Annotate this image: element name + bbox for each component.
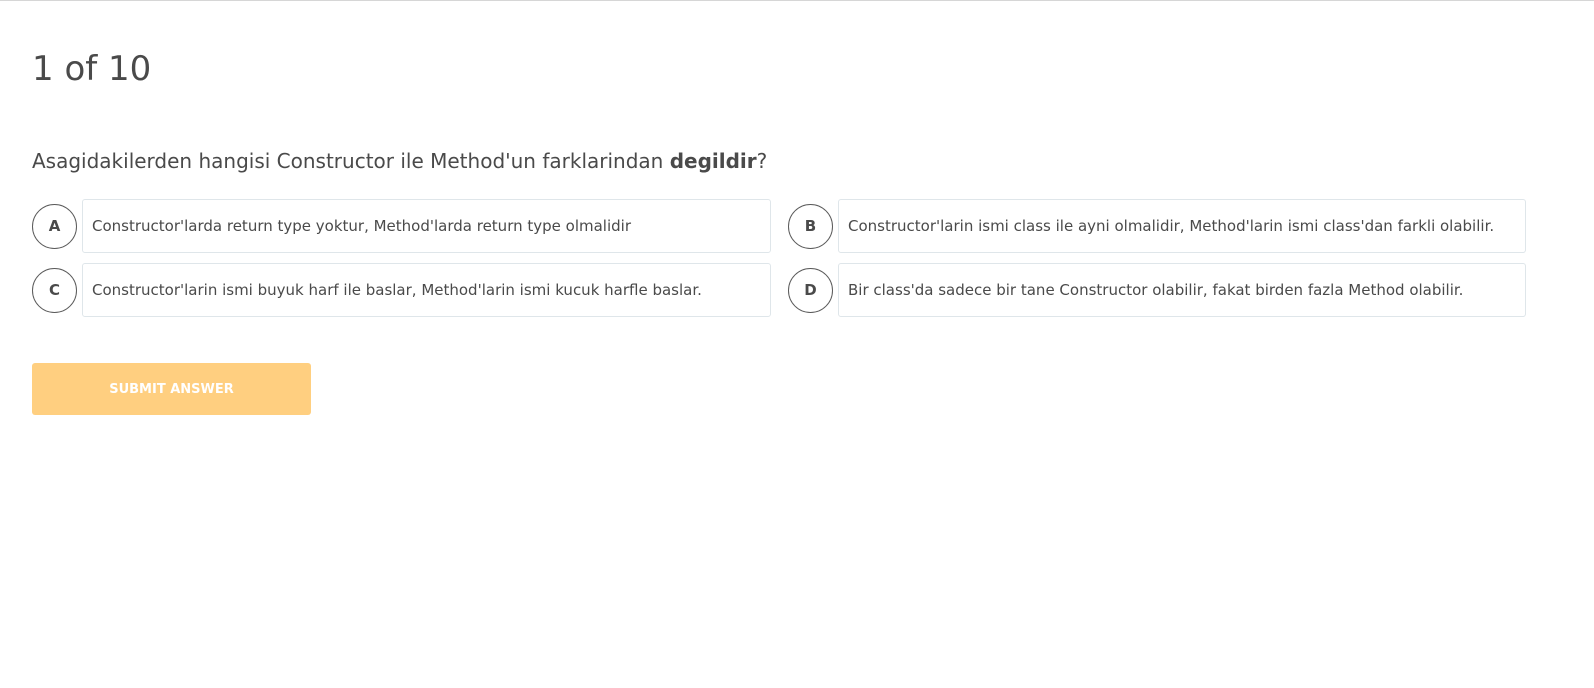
option-c-text[interactable]: Constructor'larin ismi buyuk harf ile ba…: [82, 263, 771, 317]
question-text: Asagidakilerden hangisi Constructor ile …: [32, 147, 767, 175]
question-counter: 1 of 10: [32, 49, 152, 89]
top-divider: [0, 0, 1594, 1]
option-a-letter[interactable]: A: [32, 203, 77, 249]
option-a[interactable]: A Constructor'larda return type yoktur, …: [32, 199, 771, 253]
question-emphasis: degildir: [669, 149, 757, 173]
option-b-letter[interactable]: B: [788, 203, 833, 249]
option-c[interactable]: C Constructor'larin ismi buyuk harf ile …: [32, 263, 771, 317]
option-b[interactable]: B Constructor'larin ismi class ile ayni …: [788, 199, 1526, 253]
option-c-letter[interactable]: C: [32, 267, 77, 313]
submit-answer-button[interactable]: SUBMIT ANSWER: [32, 363, 311, 415]
option-d-text[interactable]: Bir class'da sadece bir tane Constructor…: [838, 263, 1526, 317]
question-prefix: Asagidakilerden hangisi Constructor ile …: [32, 149, 670, 173]
option-a-text[interactable]: Constructor'larda return type yoktur, Me…: [82, 199, 771, 253]
question-suffix: ?: [756, 149, 768, 173]
option-b-text[interactable]: Constructor'larin ismi class ile ayni ol…: [838, 199, 1526, 253]
option-d[interactable]: D Bir class'da sadece bir tane Construct…: [788, 263, 1526, 317]
option-d-letter[interactable]: D: [788, 267, 833, 313]
